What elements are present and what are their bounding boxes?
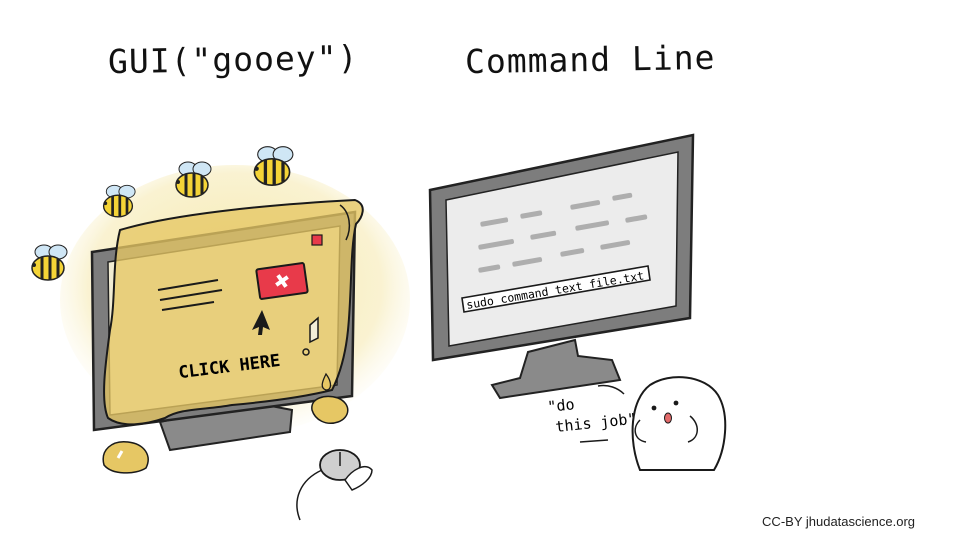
- cli-monitor: [428, 133, 695, 400]
- close-button-icon[interactable]: [255, 262, 309, 300]
- credit-text: CC-BY jhudatascience.org: [762, 514, 915, 529]
- bee-icon: [175, 161, 212, 198]
- bee-icon: [253, 146, 294, 187]
- speech-line-1: "do: [547, 395, 576, 416]
- bee-icon: [31, 244, 68, 281]
- goo-overlay: [103, 198, 364, 426]
- character-avatar: [631, 376, 727, 471]
- mouse-icon[interactable]: [296, 449, 373, 521]
- small-close-icon[interactable]: [311, 234, 323, 246]
- illustration: CLICK HERE sudo command text file.txt "d…: [31, 133, 727, 521]
- bee-icon: [102, 184, 136, 218]
